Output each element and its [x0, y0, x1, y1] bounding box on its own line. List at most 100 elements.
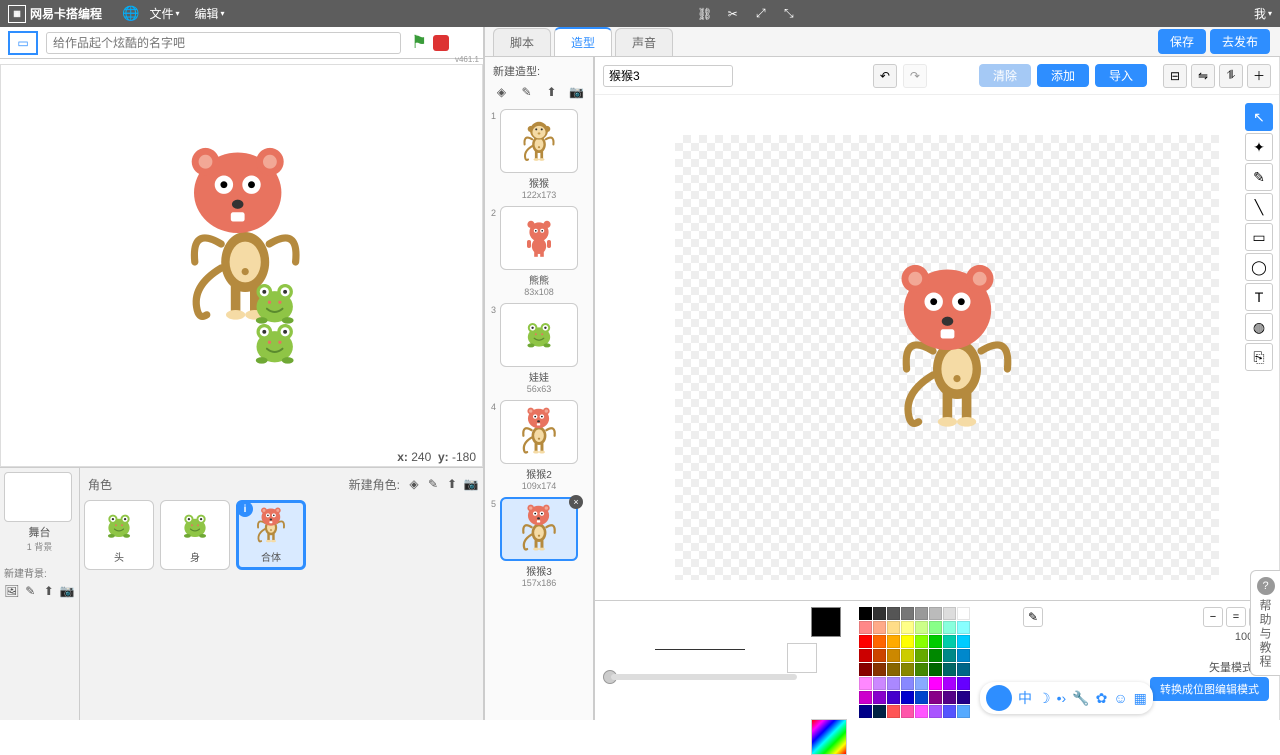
- palette-swatch[interactable]: [943, 663, 956, 676]
- tab-scripts[interactable]: 脚本: [493, 28, 551, 56]
- ime-grid-icon[interactable]: ▦: [1134, 690, 1147, 707]
- palette-swatch[interactable]: [929, 635, 942, 648]
- add-button[interactable]: 添加: [1037, 64, 1089, 87]
- palette-swatch[interactable]: [873, 705, 886, 718]
- costume-item[interactable]: 2熊熊83x108: [489, 206, 589, 297]
- sprite-paint-icon[interactable]: ✎: [425, 476, 441, 492]
- ime-punct-icon[interactable]: •›: [1057, 690, 1067, 706]
- convert-mode-button[interactable]: 转换成位图编辑模式: [1150, 677, 1269, 701]
- palette-swatch[interactable]: [873, 607, 886, 620]
- backdrop-camera-icon[interactable]: 📷: [60, 583, 76, 599]
- palette-swatch[interactable]: [929, 649, 942, 662]
- grow-icon[interactable]: ⤢: [751, 4, 771, 24]
- clear-button[interactable]: 清除: [979, 64, 1031, 87]
- palette-swatch[interactable]: [901, 649, 914, 662]
- sprite-item[interactable]: 头: [84, 500, 154, 570]
- sprite-camera-icon[interactable]: 📷: [463, 476, 479, 492]
- tab-costumes[interactable]: 造型: [554, 27, 612, 56]
- costume-item[interactable]: 5×猴猴3157x186: [489, 497, 589, 588]
- palette-swatch[interactable]: [859, 705, 872, 718]
- foreground-color[interactable]: [811, 607, 841, 637]
- palette-swatch[interactable]: [929, 663, 942, 676]
- palette-swatch[interactable]: [859, 621, 872, 634]
- costume-name-input[interactable]: [603, 65, 733, 87]
- palette-swatch[interactable]: [943, 635, 956, 648]
- stage[interactable]: x: 240 y: -180: [0, 64, 483, 467]
- palette-swatch[interactable]: [887, 691, 900, 704]
- save-button[interactable]: 保存: [1158, 29, 1206, 54]
- fill-tool[interactable]: ◍: [1245, 313, 1273, 341]
- costume-item[interactable]: 1猴猴122x173: [489, 109, 589, 200]
- menu-edit[interactable]: 编辑: [194, 5, 224, 22]
- stamp-icon[interactable]: ⛓: [695, 4, 715, 24]
- project-title-input[interactable]: [46, 32, 401, 54]
- flip-v-icon[interactable]: ⥮: [1219, 64, 1243, 88]
- sprite-library-icon[interactable]: ◈: [406, 476, 422, 492]
- palette-swatch[interactable]: [887, 677, 900, 690]
- background-color[interactable]: [787, 643, 817, 673]
- palette-swatch[interactable]: [943, 621, 956, 634]
- palette-swatch[interactable]: [943, 677, 956, 690]
- palette-swatch[interactable]: [887, 649, 900, 662]
- cut-icon[interactable]: ✂: [723, 4, 743, 24]
- palette-swatch[interactable]: [943, 705, 956, 718]
- palette-swatch[interactable]: [957, 621, 970, 634]
- zoom-reset-button[interactable]: =: [1226, 607, 1246, 627]
- palette-swatch[interactable]: [957, 677, 970, 690]
- palette-swatch[interactable]: [859, 691, 872, 704]
- costume-item[interactable]: 3娃娃56x63: [489, 303, 589, 394]
- undo-button[interactable]: ↶: [873, 64, 897, 88]
- palette-swatch[interactable]: [929, 607, 942, 620]
- costume-camera-icon[interactable]: 📷: [568, 83, 585, 101]
- palette-swatch[interactable]: [873, 649, 886, 662]
- palette-swatch[interactable]: [887, 705, 900, 718]
- palette-swatch[interactable]: [929, 705, 942, 718]
- green-flag-button[interactable]: ⚑: [411, 32, 427, 53]
- sprite-info-icon[interactable]: i: [237, 501, 253, 517]
- help-tab[interactable]: ? 帮助与教程: [1250, 570, 1280, 676]
- palette-swatch[interactable]: [915, 635, 928, 648]
- language-icon[interactable]: 🌐: [122, 5, 139, 22]
- costume-upload-icon[interactable]: ⬆: [543, 83, 560, 101]
- palette-swatch[interactable]: [957, 691, 970, 704]
- palette-swatch[interactable]: [929, 621, 942, 634]
- menu-file[interactable]: 文件: [149, 5, 179, 22]
- palette-swatch[interactable]: [887, 663, 900, 676]
- ime-lang-toggle[interactable]: 中: [1018, 688, 1032, 708]
- rect-tool[interactable]: ▭: [1245, 223, 1273, 251]
- palette-swatch[interactable]: [915, 607, 928, 620]
- sprite-item[interactable]: 身: [160, 500, 230, 570]
- costume-paint-icon[interactable]: ✎: [518, 83, 535, 101]
- backdrop-upload-icon[interactable]: ⬆: [41, 583, 57, 599]
- eyedropper-icon[interactable]: ✎: [1023, 607, 1043, 627]
- shrink-icon[interactable]: ⤡: [779, 4, 799, 24]
- stage-view-toggle[interactable]: ▭: [8, 31, 38, 55]
- palette-swatch[interactable]: [859, 607, 872, 620]
- tab-sounds[interactable]: 声音: [615, 28, 673, 56]
- color-palette[interactable]: [859, 607, 970, 714]
- import-button[interactable]: 导入: [1095, 64, 1147, 87]
- ime-emoji-icon[interactable]: ☺: [1113, 690, 1127, 706]
- sprite-item[interactable]: i 合体: [236, 500, 306, 570]
- palette-swatch[interactable]: [943, 691, 956, 704]
- backdrop-paint-icon[interactable]: ✎: [23, 583, 39, 599]
- palette-swatch[interactable]: [859, 635, 872, 648]
- crop-icon[interactable]: ⊟: [1163, 64, 1187, 88]
- palette-swatch[interactable]: [943, 649, 956, 662]
- stroke-slider[interactable]: [603, 670, 797, 684]
- palette-swatch[interactable]: [901, 691, 914, 704]
- palette-swatch[interactable]: [957, 607, 970, 620]
- line-tool[interactable]: ╲: [1245, 193, 1273, 221]
- palette-swatch[interactable]: [887, 621, 900, 634]
- ellipse-tool[interactable]: ◯: [1245, 253, 1273, 281]
- user-menu[interactable]: 我: [1254, 5, 1272, 22]
- text-tool[interactable]: T: [1245, 283, 1273, 311]
- palette-swatch[interactable]: [873, 621, 886, 634]
- redo-button[interactable]: ↷: [903, 64, 927, 88]
- ime-skin-icon[interactable]: ✿: [1096, 690, 1108, 707]
- center-icon[interactable]: ＋: [1247, 64, 1271, 88]
- palette-swatch[interactable]: [915, 677, 928, 690]
- ime-toolbar[interactable]: Q 中 ☽ •› 🔧 ✿ ☺ ▦: [980, 682, 1153, 714]
- palette-swatch[interactable]: [929, 677, 942, 690]
- palette-swatch[interactable]: [957, 705, 970, 718]
